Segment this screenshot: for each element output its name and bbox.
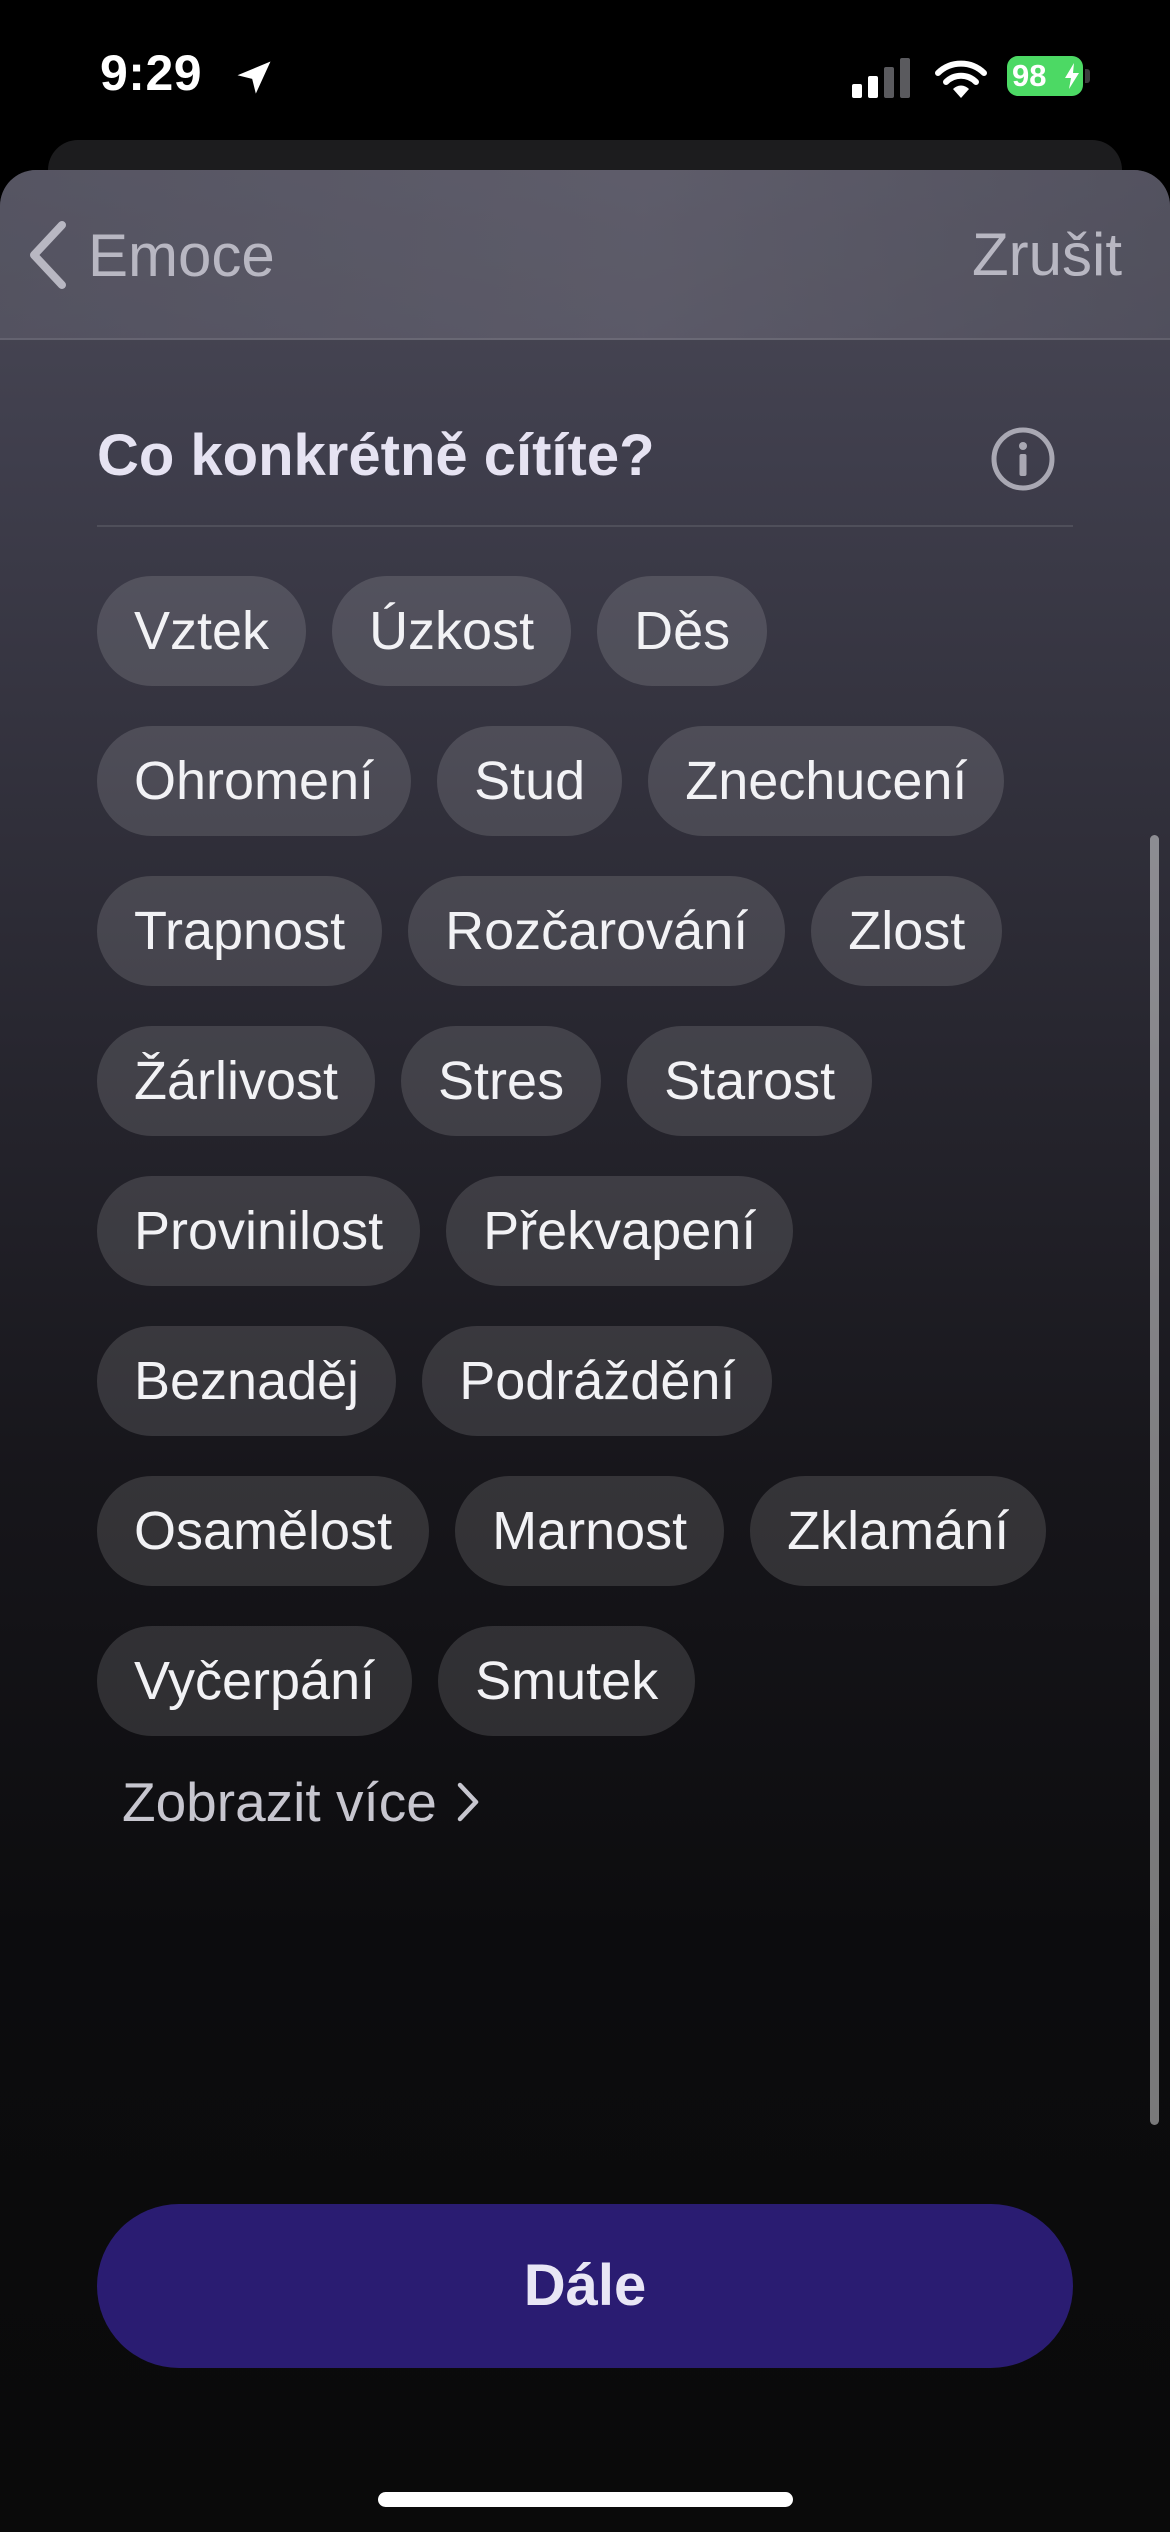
home-indicator[interactable] — [378, 2492, 793, 2507]
show-more-label: Zobrazit více — [122, 1771, 437, 1833]
info-icon[interactable] — [990, 426, 1056, 492]
emotion-chip[interactable]: Provinilost — [97, 1176, 421, 1286]
chevron-left-icon — [30, 221, 66, 289]
show-more-link[interactable]: Zobrazit více — [122, 1770, 481, 1834]
emotion-chip[interactable]: Marnost — [455, 1476, 725, 1586]
emotion-chip[interactable]: Zlost — [811, 876, 1003, 986]
location-arrow-icon — [237, 61, 271, 94]
navigation-bar: Emoce Zrušit — [0, 170, 1170, 340]
status-bar: 9:29 98 — [0, 0, 1170, 150]
cancel-button[interactable]: Zrušit — [972, 220, 1122, 289]
emotion-chip[interactable]: Znechucení — [648, 726, 1005, 836]
emotion-chip[interactable]: Děs — [597, 576, 768, 686]
question-title: Co konkrétně cítíte? — [97, 423, 655, 488]
status-time: 9:29 — [100, 45, 203, 101]
emotion-chip[interactable]: Ohromení — [97, 726, 412, 836]
back-label: Emoce — [88, 221, 275, 289]
battery-percent: 98 — [1012, 58, 1047, 93]
title-divider — [97, 525, 1073, 527]
emotion-chip[interactable]: Podráždění — [422, 1326, 773, 1436]
emotion-chip[interactable]: Trapnost — [97, 876, 383, 986]
wifi-icon — [935, 60, 987, 98]
chevron-right-icon — [457, 1782, 479, 1822]
battery-indicator: 98 — [1007, 56, 1083, 96]
emotion-chip[interactable]: Stres — [401, 1026, 602, 1136]
battery-charging-icon — [1065, 63, 1079, 89]
emotion-chip-list: Vztek Úzkost Děs Ohromení Stud Znechucen… — [97, 576, 1087, 1736]
emotion-chip[interactable]: Překvapení — [446, 1176, 794, 1286]
cellular-signal-icon — [852, 58, 910, 98]
emotion-chip[interactable]: Žárlivost — [97, 1026, 376, 1136]
emotion-chip[interactable]: Beznaděj — [97, 1326, 397, 1436]
emotion-chip[interactable]: Rozčarování — [408, 876, 786, 986]
scrollbar[interactable] — [1150, 835, 1159, 2125]
battery-nub — [1085, 69, 1090, 83]
emotion-chip[interactable]: Osamělost — [97, 1476, 430, 1586]
emotion-chip[interactable]: Vyčerpání — [97, 1626, 413, 1736]
emotion-chip[interactable]: Úzkost — [332, 576, 572, 686]
emotion-picker-sheet: Emoce Zrušit Co konkrétně cítíte? Vztek … — [0, 170, 1170, 2532]
next-button[interactable]: Dále — [97, 2204, 1073, 2368]
emotion-chip[interactable]: Starost — [627, 1026, 873, 1136]
emotion-chip[interactable]: Vztek — [97, 576, 307, 686]
emotion-chip[interactable]: Smutek — [438, 1626, 696, 1736]
emotion-chip[interactable]: Stud — [437, 726, 623, 836]
emotion-chip[interactable]: Zklamání — [750, 1476, 1047, 1586]
back-button[interactable]: Emoce — [24, 210, 275, 300]
